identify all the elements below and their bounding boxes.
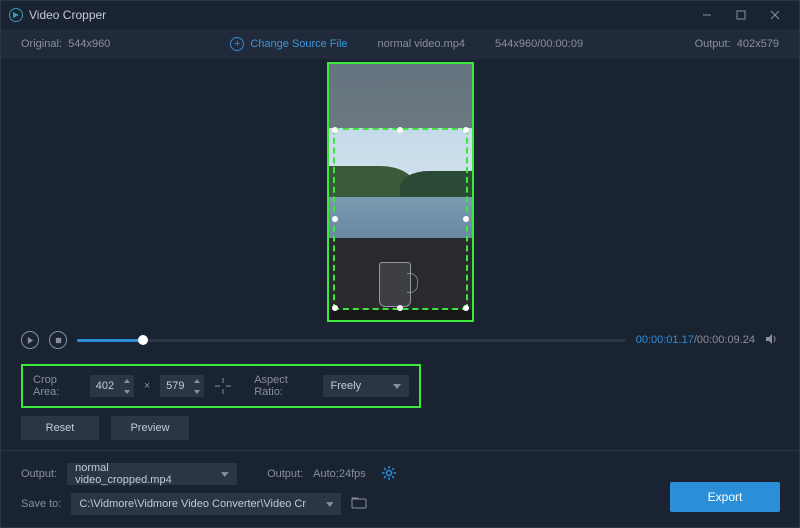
gear-icon[interactable] (382, 466, 396, 483)
output-format-label: Output: (267, 468, 303, 480)
crop-handle-tr[interactable] (463, 127, 469, 133)
titlebar: Video Cropper (1, 1, 799, 29)
playback-bar: 00:00:01.17/00:00:09.24 (1, 324, 799, 356)
volume-icon[interactable] (765, 332, 779, 349)
original-size-label: Original: 544x960 (21, 38, 110, 50)
crop-width-input[interactable]: 402 (90, 375, 134, 397)
crop-handle-bc[interactable] (397, 305, 403, 311)
plus-circle-icon: + (230, 37, 244, 51)
center-crop-icon[interactable] (214, 376, 232, 396)
minimize-button[interactable] (691, 3, 723, 27)
stop-button[interactable] (49, 331, 67, 349)
chevron-down-icon (221, 472, 229, 477)
output-size-label: Output: 402x579 (695, 38, 779, 50)
folder-icon[interactable] (351, 497, 367, 512)
width-step-down[interactable] (120, 386, 134, 397)
aspect-ratio-select[interactable]: Freely (323, 375, 409, 397)
preview-button[interactable]: Preview (111, 416, 189, 440)
change-source-label: Change Source File (250, 38, 347, 50)
save-path-value: C:\Vidmore\Vidmore Video Converter\Video… (79, 498, 305, 510)
crop-handle-tl[interactable] (332, 127, 338, 133)
crop-handle-mr[interactable] (463, 216, 469, 222)
crop-handle-bl[interactable] (332, 305, 338, 311)
height-step-down[interactable] (190, 386, 204, 397)
crop-area-label: Crop Area: (33, 374, 80, 398)
crop-handle-br[interactable] (463, 305, 469, 311)
reset-button[interactable]: Reset (21, 416, 99, 440)
preview-area (1, 59, 799, 324)
close-button[interactable] (759, 3, 791, 27)
output-format-value: Auto;24fps (313, 468, 366, 480)
width-step-up[interactable] (120, 375, 134, 386)
video-frame[interactable] (327, 62, 474, 322)
crop-dim-top (329, 64, 472, 128)
source-filename: normal video.mp4 (378, 38, 465, 50)
chevron-down-icon (393, 384, 401, 389)
source-meta: 544x960/00:00:09 (495, 38, 583, 50)
save-to-label: Save to: (21, 498, 61, 510)
change-source-button[interactable]: + Change Source File (230, 37, 347, 51)
crop-height-value: 579 (160, 380, 190, 392)
seek-slider[interactable] (77, 339, 626, 342)
export-button[interactable]: Export (670, 482, 780, 512)
save-path-field[interactable]: C:\Vidmore\Vidmore Video Converter\Video… (71, 493, 341, 515)
crop-handle-ml[interactable] (332, 216, 338, 222)
output-filename-field[interactable]: normal video_cropped.mp4 (67, 463, 237, 485)
crop-dim-bottom (329, 310, 472, 320)
crop-rectangle[interactable] (333, 128, 468, 310)
crop-width-value: 402 (90, 380, 120, 392)
crop-height-input[interactable]: 579 (160, 375, 204, 397)
play-button[interactable] (21, 331, 39, 349)
aspect-ratio-label: Aspect Ratio: (254, 374, 312, 398)
crop-controls-panel: Crop Area: 402 × 579 Aspect Ratio: Freel… (21, 364, 421, 408)
output-filename-value: normal video_cropped.mp4 (75, 462, 201, 486)
timecode: 00:00:01.17/00:00:09.24 (636, 334, 755, 346)
crop-handle-tc[interactable] (397, 127, 403, 133)
chevron-down-icon (326, 502, 334, 507)
maximize-button[interactable] (725, 3, 757, 27)
dimension-separator: × (144, 380, 150, 392)
app-logo-icon (9, 8, 23, 22)
info-bar: Original: 544x960 + Change Source File n… (1, 29, 799, 59)
seek-thumb[interactable] (138, 335, 148, 345)
height-step-up[interactable] (190, 375, 204, 386)
aspect-ratio-value: Freely (331, 380, 362, 392)
window-title: Video Cropper (29, 8, 691, 22)
output-file-label: Output: (21, 468, 57, 480)
